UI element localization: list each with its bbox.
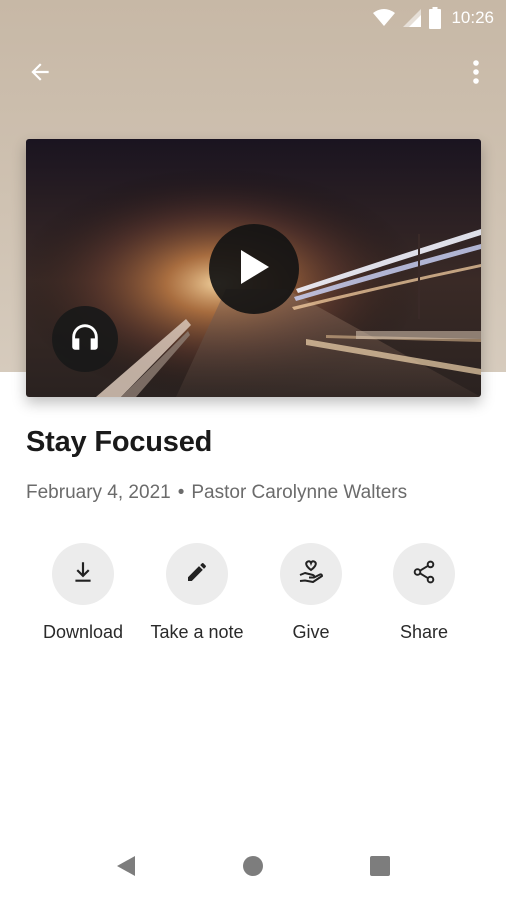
pencil-icon: [185, 560, 209, 589]
headphones-icon: [68, 320, 102, 359]
arrow-left-icon: [27, 59, 53, 90]
sermon-title: Stay Focused: [26, 426, 213, 458]
share-label: Share: [399, 622, 449, 642]
nav-back-button[interactable]: [112, 854, 140, 882]
download-circle: [52, 543, 114, 605]
status-bar: 10:26: [0, 0, 506, 36]
share-button[interactable]: Share: [364, 543, 484, 643]
status-time: 10:26: [451, 8, 494, 27]
download-label: Download: [42, 622, 124, 642]
share-icon: [411, 559, 437, 590]
take-note-circle: [166, 543, 228, 605]
video-player[interactable]: [26, 139, 481, 397]
recents-square-icon: [369, 855, 391, 882]
battery-icon: [429, 7, 442, 29]
give-label: Give: [292, 622, 330, 642]
sermon-date: February 4, 2021: [26, 482, 171, 503]
meta-separator: •: [177, 482, 185, 503]
share-circle: [393, 543, 455, 605]
take-note-label: Take a note: [150, 622, 244, 642]
nav-home-button[interactable]: [239, 854, 267, 882]
sermon-meta: February 4, 2021 • Pastor Carolynne Walter…: [26, 482, 407, 504]
back-button[interactable]: [22, 56, 58, 92]
sermon-speaker: Pastor Carolynne Walters: [191, 482, 408, 503]
action-row: Download Take a note Give Share: [0, 543, 506, 653]
wifi-icon: [373, 9, 396, 27]
back-triangle-icon: [115, 854, 137, 883]
listen-audio-button[interactable]: [52, 306, 118, 372]
more-options-button[interactable]: [462, 56, 490, 92]
system-nav-bar: [0, 832, 506, 900]
home-circle-icon: [242, 855, 264, 882]
more-vert-icon: [472, 59, 480, 90]
signal-icon: [403, 9, 422, 27]
download-button[interactable]: Download: [23, 543, 143, 643]
give-button[interactable]: Give: [251, 543, 371, 643]
nav-recents-button[interactable]: [366, 854, 394, 882]
take-note-button[interactable]: Take a note: [137, 543, 257, 643]
give-circle: [280, 543, 342, 605]
give-hand-heart-icon: [297, 558, 325, 591]
play-icon: [237, 248, 271, 291]
play-button[interactable]: [209, 224, 299, 314]
download-icon: [70, 559, 96, 590]
